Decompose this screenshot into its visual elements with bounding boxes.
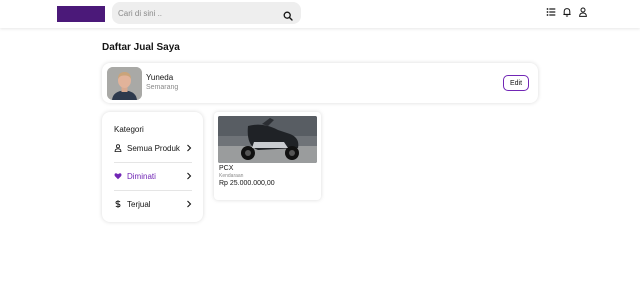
- product-price: Rp 25.000.000,00: [219, 180, 275, 187]
- category-item-diminati[interactable]: Diminati: [114, 169, 192, 183]
- seller-city: Semarang: [146, 84, 179, 91]
- seller-profile-card: Yuneda Semarang Edit: [102, 63, 538, 103]
- product-name: PCX: [219, 165, 234, 172]
- bell-icon[interactable]: [562, 7, 572, 17]
- chevron-right-icon: [186, 144, 192, 152]
- category-item-label: Terjual: [127, 199, 151, 209]
- category-item-label: Diminati: [127, 171, 156, 181]
- search-bar: [112, 2, 301, 24]
- page-title: Daftar Jual Saya: [102, 42, 180, 53]
- product-image: [218, 116, 317, 163]
- search-input[interactable]: [118, 8, 283, 18]
- user-icon[interactable]: [578, 7, 588, 17]
- divider: [114, 190, 192, 191]
- avatar: [107, 67, 142, 100]
- divider: [114, 162, 192, 163]
- nav-icons: [546, 7, 588, 17]
- chevron-right-icon: [186, 172, 192, 180]
- chevron-right-icon: [186, 200, 192, 208]
- logo[interactable]: [57, 6, 105, 22]
- edit-profile-button[interactable]: Edit: [503, 75, 529, 91]
- product-card[interactable]: PCX Kendaraan Rp 25.000.000,00: [214, 112, 321, 200]
- dollar-icon: [114, 200, 122, 208]
- category-item-terjual[interactable]: Terjual: [114, 197, 192, 211]
- search-icon[interactable]: [283, 8, 293, 21]
- product-category: Kendaraan: [219, 173, 244, 179]
- category-title: Kategori: [114, 125, 144, 134]
- category-item-semua-produk[interactable]: Semua Produk: [114, 141, 192, 155]
- category-card: Kategori Semua Produk Diminati Terjual: [102, 112, 203, 222]
- top-navbar: [0, 0, 640, 28]
- seller-name: Yuneda: [146, 73, 174, 82]
- heart-icon: [114, 172, 122, 180]
- category-item-label: Semua Produk: [127, 143, 180, 153]
- list-icon[interactable]: [546, 7, 556, 17]
- box-icon: [114, 144, 122, 152]
